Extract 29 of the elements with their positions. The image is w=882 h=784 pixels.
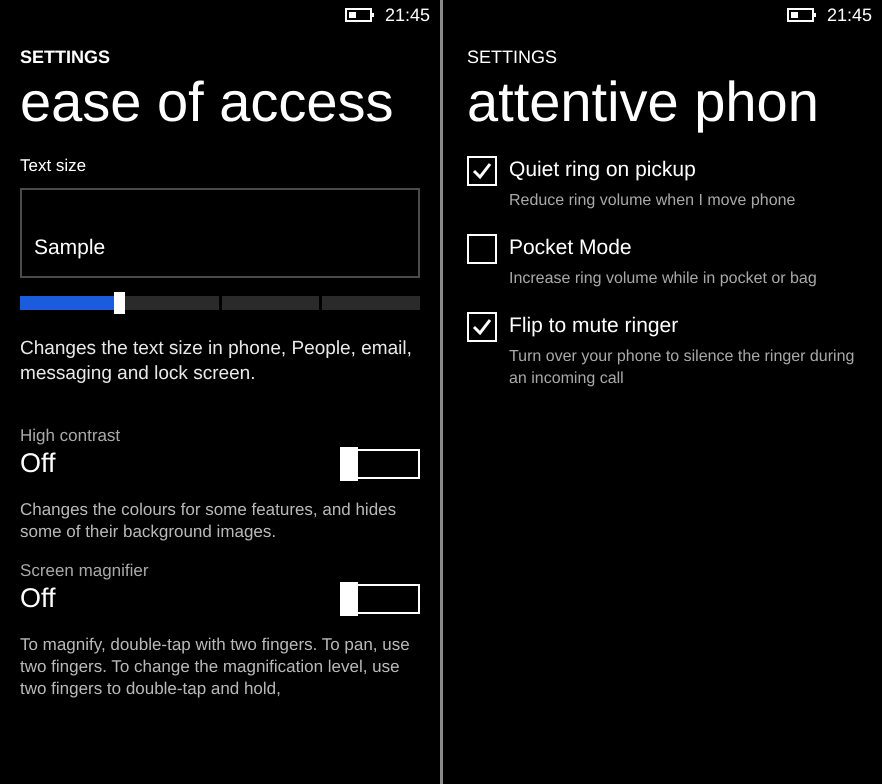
option-label: Flip to mute ringer [509, 313, 680, 339]
option-description: Reduce ring volume when I move phone [509, 191, 796, 211]
toggle-switch[interactable] [340, 448, 420, 478]
option-label: Quiet ring on pickup [509, 157, 697, 183]
page-title: attentive phon [467, 70, 820, 134]
option-description: Turn over your phone to silence the ringer during an incoming call [509, 347, 856, 389]
description-text: Changes the text size in phone, People, email, messaging and lock screen. [20, 337, 413, 386]
checkbox[interactable] [467, 234, 497, 264]
toggle-switch[interactable] [340, 584, 420, 614]
toggle-state: Off [20, 448, 56, 479]
slider-thumb[interactable] [114, 292, 125, 314]
toggle-state: Off [20, 583, 56, 614]
option-description: Increase ring volume while in pocket or bag [509, 269, 817, 289]
setting-label: High contrast [20, 426, 122, 446]
page-header: SETTINGS [20, 47, 112, 68]
description-text: To magnify, double-tap with two fingers. To pan, use two fingers. To change the magnification level, use two fingers to double-tap and hold, [20, 634, 411, 700]
status-time: 21:45 [384, 4, 430, 26]
setting-label: Screen magnifier [20, 561, 150, 581]
option-label: Pocket Mode [509, 235, 633, 261]
checkbox[interactable] [467, 312, 497, 342]
battery-icon [344, 8, 375, 22]
checkbox[interactable] [467, 156, 497, 186]
sample-text: Sample [34, 236, 106, 260]
setting-label: Text size [20, 156, 88, 176]
battery-icon [786, 8, 817, 22]
status-time: 21:45 [826, 4, 872, 26]
page-header: SETTINGS [467, 47, 558, 68]
page-title: ease of access [20, 70, 395, 134]
description-text: Changes the colours for some features, and hides some of their background images. [20, 499, 398, 543]
